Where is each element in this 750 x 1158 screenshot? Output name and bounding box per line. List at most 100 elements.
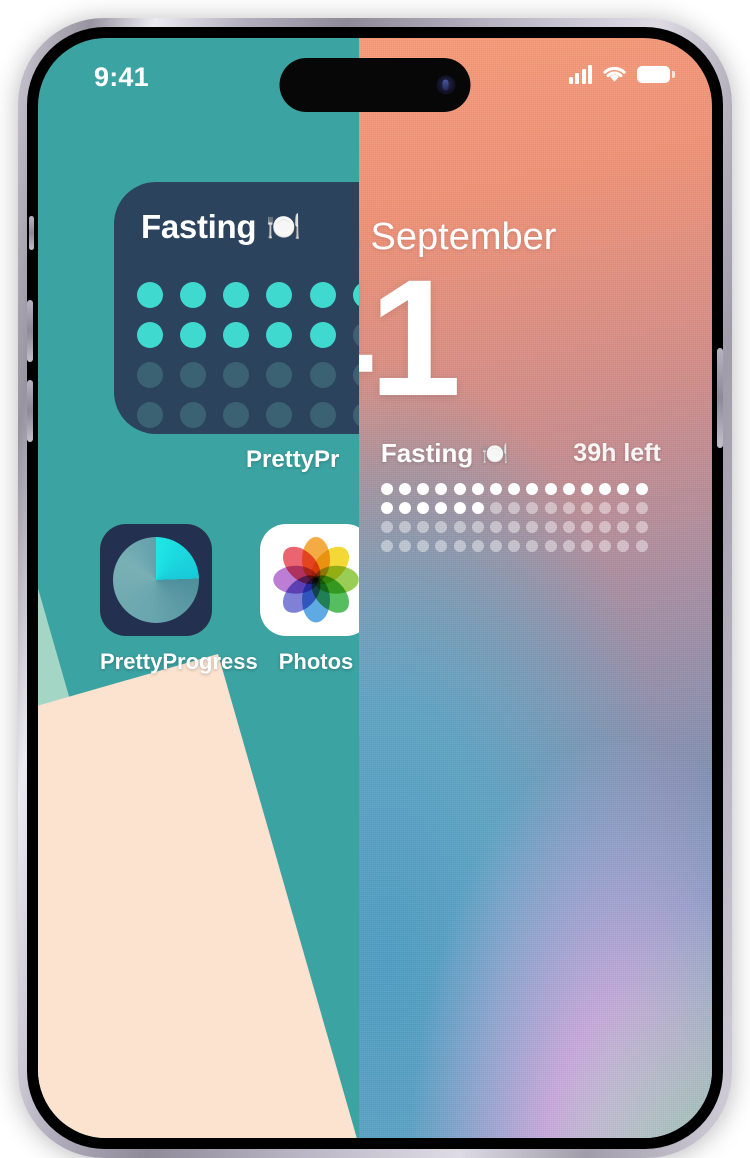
app-photos[interactable]: Photos (260, 524, 359, 675)
photos-icon[interactable] (260, 524, 359, 636)
lock-progress-dot (544, 483, 557, 495)
battery-icon (637, 65, 675, 83)
app-label-prettyprogress: PrettyProgress (100, 649, 258, 674)
lock-progress-dot (399, 502, 412, 514)
lock-fasting-widget[interactable]: Fasting 🍽️ 39h left (380, 438, 661, 552)
lock-progress-dot (581, 483, 594, 495)
lock-progress-dot (490, 483, 503, 495)
home-progress-dot (180, 362, 207, 388)
lock-progress-dot (617, 483, 630, 495)
home-progress-dot (137, 282, 163, 308)
lock-progress-dot (562, 502, 575, 514)
lock-progress-dot (490, 521, 503, 533)
power-button[interactable] (717, 348, 723, 448)
front-camera-icon (436, 75, 456, 95)
wallpaper-grain (358, 38, 712, 1138)
lock-progress-dot (380, 540, 393, 552)
lock-progress-dot (599, 483, 612, 495)
phone-screen: Fasting 🍽️ PrettyPr PrettyProgress Photo… (38, 38, 712, 1138)
home-progress-dot (223, 282, 250, 308)
home-progress-dot (309, 282, 336, 308)
lock-progress-dot (617, 502, 630, 514)
lock-widget-header: Fasting 🍽️ 39h left (381, 438, 661, 469)
app-icon-row: PrettyProgress Photos (100, 524, 359, 675)
lock-progress-dot (471, 483, 484, 495)
lock-progress-dot (562, 483, 575, 495)
lock-progress-dot (544, 502, 557, 514)
lock-progress-dot (508, 521, 521, 533)
lock-progress-dot (526, 521, 539, 533)
volume-down-button[interactable] (27, 380, 33, 442)
home-widget-dot-grid (137, 282, 359, 428)
home-widget-title: Fasting 🍽️ (141, 208, 301, 246)
lock-progress-dot (544, 521, 557, 533)
lock-progress-dot (380, 502, 393, 514)
lock-progress-dot (635, 540, 648, 552)
lock-progress-dot (453, 483, 466, 495)
lock-progress-dot (453, 521, 466, 533)
lock-progress-dot (399, 521, 412, 533)
lock-progress-dot (581, 521, 594, 533)
status-bar-icons (568, 64, 675, 84)
lock-progress-dot (581, 502, 594, 514)
lock-progress-dot (526, 540, 539, 552)
home-progress-dot (223, 402, 250, 428)
lock-progress-dot (617, 521, 630, 533)
dynamic-island[interactable] (279, 58, 471, 112)
lock-progress-dot (490, 502, 503, 514)
home-progress-dot (180, 322, 207, 348)
home-fasting-widget[interactable]: Fasting 🍽️ (114, 182, 359, 434)
lock-screen: 3 September 41 Fasting 🍽️ 39h left (358, 38, 712, 1138)
phone-bezel: Fasting 🍽️ PrettyPr PrettyProgress Photo… (27, 27, 723, 1149)
lock-progress-dot (471, 540, 484, 552)
lock-progress-dot (471, 502, 484, 514)
lock-progress-dot (435, 502, 448, 514)
volume-up-button[interactable] (27, 300, 33, 362)
plate-emoji-icon: 🍽️ (266, 211, 301, 242)
lock-progress-dot (635, 483, 648, 495)
app-prettyprogress[interactable]: PrettyProgress (100, 524, 258, 675)
prettyprogress-icon[interactable] (100, 524, 212, 636)
lock-progress-dot (417, 502, 430, 514)
lock-progress-dot (526, 502, 539, 514)
lock-progress-dot (508, 540, 521, 552)
photos-pinwheel-icon (273, 537, 359, 623)
lock-progress-dot (417, 521, 430, 533)
lock-progress-dot (435, 540, 448, 552)
lock-progress-dot (399, 540, 412, 552)
lock-progress-dot (453, 502, 466, 514)
lock-progress-dot (453, 540, 466, 552)
lock-progress-dot (508, 502, 521, 514)
lock-progress-dot (490, 540, 503, 552)
wallpaper-band-cream (38, 654, 359, 1138)
cellular-signal-icon (568, 64, 592, 84)
lock-progress-dot (599, 502, 612, 514)
lock-progress-dot (581, 540, 594, 552)
lock-progress-dot (380, 521, 393, 533)
silence-switch[interactable] (29, 216, 34, 250)
lock-progress-dot (508, 483, 521, 495)
home-progress-dot (266, 282, 293, 308)
phone-frame: Fasting 🍽️ PrettyPr PrettyProgress Photo… (18, 18, 732, 1158)
home-progress-dot (266, 402, 293, 428)
lock-widget-title: Fasting 🍽️ (381, 438, 509, 469)
home-progress-dot (180, 402, 207, 428)
home-progress-dot (180, 282, 207, 308)
home-screen: Fasting 🍽️ PrettyPr PrettyProgress Photo… (38, 38, 359, 1138)
lock-progress-dot (380, 483, 393, 495)
lock-progress-dot (435, 521, 448, 533)
status-bar-time: 9:41 (94, 62, 149, 92)
home-widget-label: PrettyPr (246, 446, 340, 473)
lock-progress-dot (562, 540, 575, 552)
home-progress-dot (309, 362, 336, 388)
lock-progress-dot (635, 502, 648, 514)
home-progress-dot (309, 322, 336, 348)
home-progress-dot (223, 322, 250, 348)
home-progress-dot (137, 362, 163, 388)
home-progress-dot (223, 362, 250, 388)
app-label-photos: Photos (278, 649, 354, 674)
lock-progress-dot (599, 521, 612, 533)
lock-progress-dot (544, 540, 557, 552)
progress-dial-icon (113, 537, 199, 623)
lock-progress-dot (435, 483, 448, 495)
